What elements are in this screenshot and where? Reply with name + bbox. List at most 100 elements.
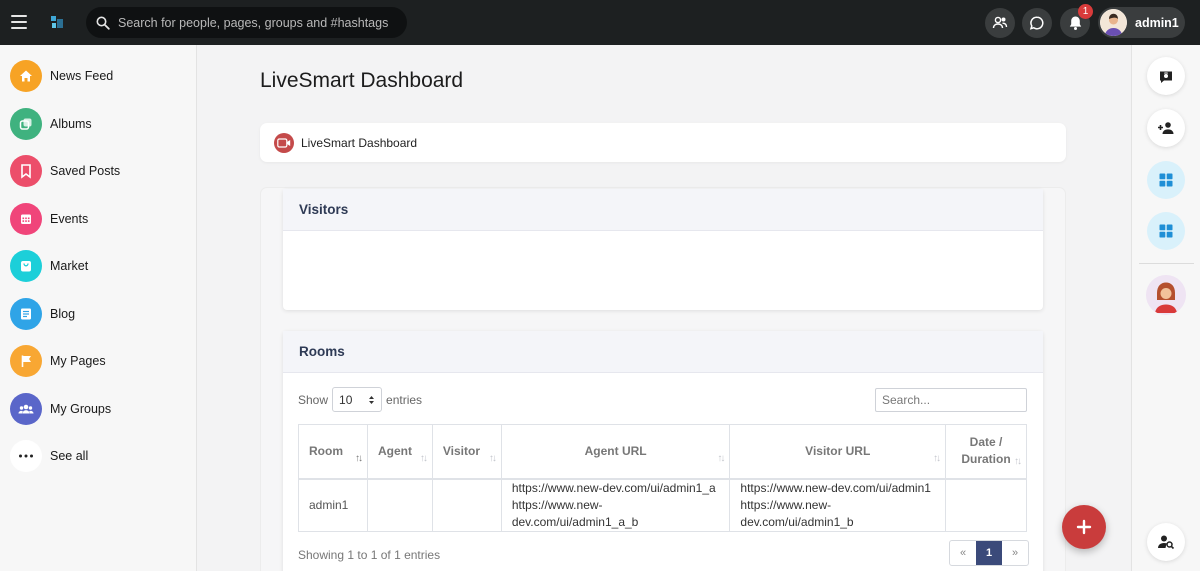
groups-icon (10, 393, 42, 425)
sort-icon: ↑↓ (419, 453, 428, 464)
avatar (1100, 9, 1127, 36)
sidebar-item-label: See all (50, 449, 89, 463)
sidebar-item-my-groups[interactable]: My Groups (10, 392, 190, 426)
user-avatar-icon (1146, 275, 1186, 315)
sidebar-item-label: My Groups (50, 402, 112, 416)
sidebar-item-see-all[interactable]: See all (10, 439, 190, 473)
sidebar-item-albums[interactable]: Albums (10, 107, 190, 141)
app-grid-button-2[interactable] (1147, 212, 1185, 250)
column-header-visitor-url[interactable]: Visitor URL ↑↓ (729, 424, 947, 480)
add-user-icon (1158, 122, 1174, 134)
app-grid-button[interactable] (1147, 161, 1185, 199)
cell-visitor-url: https://www.new-dev.com/ui/admin1 https:… (729, 478, 947, 532)
table-info: Showing 1 to 1 of 1 entries (298, 548, 441, 562)
sidebar-item-my-pages[interactable]: My Pages (10, 344, 190, 378)
visitor-url-link[interactable]: https://www.new-dev.com/ui/admin1 (740, 481, 931, 495)
chat-icon (1029, 16, 1044, 30)
sidebar-item-market[interactable]: Market (10, 249, 190, 283)
pagination-page-1[interactable]: 1 (976, 541, 1002, 565)
visitors-card: Visitors (283, 189, 1043, 310)
home-icon (10, 60, 42, 92)
sidebar-item-label: Market (50, 259, 89, 273)
rooms-card-title: Rooms (283, 331, 1043, 373)
grid-icon (1159, 224, 1173, 238)
page-size-select[interactable]: 10 (332, 387, 383, 412)
plus-icon (1076, 519, 1092, 535)
create-post-fab[interactable] (1062, 505, 1106, 549)
sidebar-item-label: Albums (50, 117, 92, 131)
cell-room: admin1 (298, 478, 368, 532)
sidebar-item-label: Saved Posts (50, 164, 121, 178)
visitors-card-title: Visitors (283, 189, 1043, 231)
entries-label: entries (386, 392, 423, 407)
add-friend-button[interactable] (1147, 109, 1185, 147)
visitor-url-link[interactable]: https://www.new-dev.com/ui/admin1_b (740, 498, 853, 529)
sidebar-item-blog[interactable]: Blog (10, 297, 190, 331)
pagination-previous[interactable]: « (950, 541, 976, 565)
column-header-agent[interactable]: Agent ↑↓ (366, 424, 433, 480)
sidebar-item-label: Events (50, 212, 89, 226)
logo-icon[interactable] (50, 15, 64, 29)
sidebar-item-label: Blog (50, 307, 76, 321)
user-profile-chip[interactable]: admin1 (1098, 7, 1185, 38)
people-icon (992, 16, 1008, 29)
global-search-bar[interactable] (86, 7, 407, 38)
column-header-room[interactable]: Room ↑↓ (298, 424, 368, 480)
sidebar-item-events[interactable]: Events (10, 202, 190, 236)
global-search-input[interactable] (118, 15, 388, 30)
sidebar-item-saved-posts[interactable]: Saved Posts (10, 154, 190, 188)
username-label: admin1 (1135, 15, 1179, 30)
cell-agent-url: https://www.new-dev.com/ui/admin1_a http… (500, 478, 731, 532)
contact-avatar[interactable] (1146, 275, 1186, 315)
grid-icon (1159, 173, 1173, 187)
page-size-value: 10 (339, 392, 353, 407)
bookmark-icon (10, 155, 42, 187)
calendar-icon (10, 203, 42, 235)
search-icon (96, 16, 110, 30)
flag-icon (10, 345, 42, 377)
create-page-button[interactable] (1147, 57, 1185, 95)
table-search-input[interactable] (875, 388, 1027, 412)
user-search-icon (1158, 535, 1175, 550)
cell-agent (366, 478, 433, 532)
notification-badge: 1 (1078, 4, 1093, 19)
video-camera-icon (274, 132, 294, 153)
messages-button[interactable] (1022, 8, 1052, 38)
sort-icon: ↑↓ (354, 453, 363, 464)
breadcrumb-label[interactable]: LiveSmart Dashboard (301, 136, 417, 150)
column-header-agent-url[interactable]: Agent URL ↑↓ (500, 424, 731, 480)
blog-icon (10, 298, 42, 330)
friend-requests-button[interactable] (985, 8, 1015, 38)
top-navigation-bar: 1 admin1 (0, 0, 1200, 45)
notifications-button[interactable]: 1 (1060, 4, 1093, 38)
cell-visitor (431, 478, 502, 532)
agent-url-link[interactable]: https://www.new-dev.com/ui/admin1_a (512, 481, 716, 495)
agent-url-link[interactable]: https://www.new-dev.com/ui/admin1_a_b (512, 498, 639, 529)
find-people-button[interactable] (1147, 523, 1185, 561)
pagination: « 1 » (949, 540, 1029, 566)
sort-icon: ↑↓ (717, 453, 725, 464)
rooms-card: Rooms Show 10 entries Room↑↓ Agent↑↓ Vis… (283, 331, 1043, 571)
sidebar-item-news-feed[interactable]: News Feed (10, 59, 190, 93)
breadcrumb: LiveSmart Dashboard (260, 123, 1066, 162)
page-title: LiveSmart Dashboard (260, 69, 464, 92)
shopping-bag-icon (10, 250, 42, 282)
table-row: admin1 https://www.new-dev.com/ui/admin1… (298, 478, 1027, 532)
sidebar-item-label: News Feed (50, 69, 114, 83)
sidebar-item-label: My Pages (50, 354, 106, 368)
column-header-date-duration[interactable]: Date / Duration ↑↓ (945, 424, 1027, 480)
menu-icon[interactable] (11, 15, 27, 29)
column-header-visitor[interactable]: Visitor ↑↓ (431, 424, 502, 480)
rooms-table: Room ↑↓ Agent ↑↓ Visitor ↑↓ Agent URL ↑↓ Vis… (298, 424, 1027, 532)
pagination-next[interactable]: » (1002, 541, 1028, 565)
table-header-row: Room ↑↓ Agent ↑↓ Visitor ↑↓ Agent URL ↑↓ Vis… (298, 424, 1027, 480)
entries-length-control: Show 10 entries (298, 387, 422, 412)
add-photo-icon (1160, 71, 1172, 83)
albums-icon (10, 108, 42, 140)
rail-divider (1139, 263, 1194, 264)
cell-date-duration (945, 478, 1027, 532)
show-label: Show (298, 392, 329, 407)
sort-icon: ↑↓ (488, 453, 497, 464)
sort-icon: ↑↓ (933, 453, 941, 464)
sort-icon: ↑↓ (1014, 456, 1022, 467)
